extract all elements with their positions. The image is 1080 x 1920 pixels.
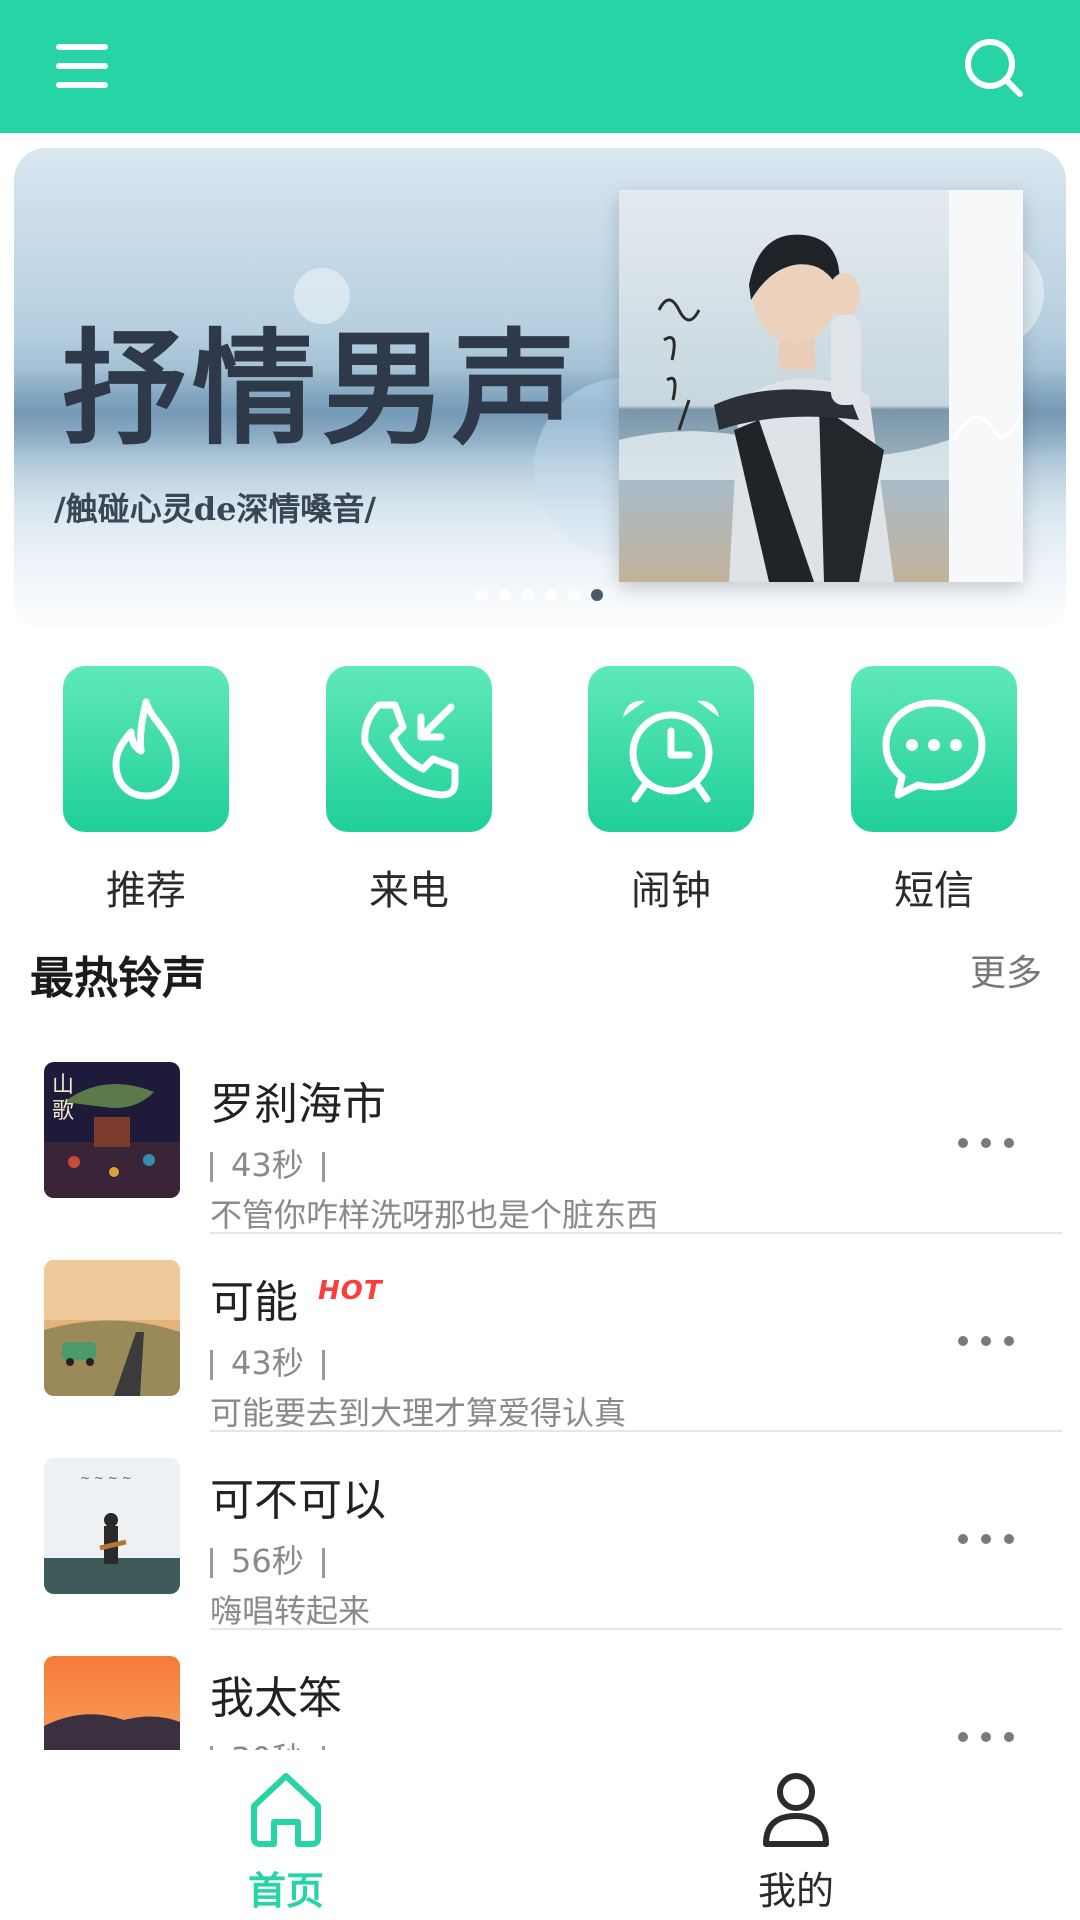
banner-subtitle: /触碰心灵de深情嗓音/ bbox=[54, 490, 377, 528]
more-options-icon[interactable] bbox=[958, 1136, 1014, 1150]
pager-dot[interactable] bbox=[568, 589, 580, 601]
category-sms[interactable]: 短信 bbox=[851, 666, 1017, 916]
message-bubble-icon bbox=[882, 699, 986, 799]
list-item[interactable]: 可能 HOT 43秒 可能要去到大理才算爱得认真 bbox=[0, 1248, 1080, 1446]
song-lyric: 可能要去到大理才算爱得认真 bbox=[210, 1394, 627, 1432]
divider bbox=[210, 1232, 1062, 1234]
song-cover: 山 歌 bbox=[44, 1062, 180, 1198]
list-item[interactable]: 我太笨 30秒 bbox=[0, 1644, 1080, 1750]
incoming-call-icon bbox=[361, 701, 459, 799]
banner-pager-dots[interactable] bbox=[476, 586, 614, 601]
category-recommend[interactable]: 推荐 bbox=[63, 666, 229, 916]
song-meta: 43秒 bbox=[210, 1338, 325, 1384]
song-title: 罗刹海市 bbox=[210, 1079, 386, 1130]
category-label: 闹钟 bbox=[631, 868, 711, 914]
song-meta: 30秒 bbox=[210, 1734, 325, 1750]
song-title: 可不可以 bbox=[210, 1475, 386, 1526]
song-title: 可能 bbox=[210, 1277, 298, 1328]
song-meta: 43秒 bbox=[210, 1140, 325, 1186]
pager-dot[interactable] bbox=[476, 589, 488, 601]
pager-dot[interactable] bbox=[522, 589, 534, 601]
nav-home[interactable]: 首页 bbox=[166, 1752, 406, 1915]
divider bbox=[210, 1430, 1062, 1432]
svg-text:~ ~ ~ ~: ~ ~ ~ ~ bbox=[80, 1471, 132, 1485]
category-incoming-call[interactable]: 来电 bbox=[326, 666, 492, 916]
category-label: 短信 bbox=[894, 868, 974, 914]
svg-text:山: 山 bbox=[52, 1073, 74, 1098]
promo-banner[interactable]: 抒情男声 /触碰心灵de深情嗓音/ bbox=[14, 148, 1066, 630]
pager-dot-active[interactable] bbox=[591, 589, 603, 601]
song-lyric: 嗨唱转起来 bbox=[210, 1592, 371, 1630]
more-options-icon[interactable] bbox=[958, 1334, 1014, 1348]
song-title: 我太笨 bbox=[210, 1673, 342, 1724]
list-item[interactable]: 山 歌 罗刹海市 43秒 不管你咋样洗呀那也是个脏东西 bbox=[0, 1050, 1080, 1248]
home-icon bbox=[251, 1773, 321, 1847]
song-duration: 56秒 bbox=[231, 1542, 304, 1580]
song-meta: 56秒 bbox=[210, 1536, 325, 1582]
divider bbox=[210, 1628, 1062, 1630]
hamburger-menu-icon[interactable] bbox=[56, 44, 108, 88]
more-link[interactable]: 更多 bbox=[970, 944, 1042, 996]
song-lyric: 不管你咋样洗呀那也是个脏东西 bbox=[210, 1196, 659, 1234]
alarm-clock-icon bbox=[623, 700, 719, 803]
nav-mine[interactable]: 我的 bbox=[676, 1752, 916, 1915]
top-app-bar bbox=[0, 0, 1080, 133]
category-label: 推荐 bbox=[106, 868, 186, 914]
user-icon bbox=[763, 1773, 829, 1847]
ringtone-list: 山 歌 罗刹海市 43秒 不管你咋样洗呀那也是个脏东西 可能 HOT 43秒 可… bbox=[0, 1050, 1080, 1750]
more-options-icon[interactable] bbox=[958, 1730, 1014, 1744]
bottom-navigation: 首页 我的 bbox=[0, 1752, 1080, 1920]
category-alarm[interactable]: 闹钟 bbox=[588, 666, 754, 916]
hot-ringtones-title: 最热铃声 bbox=[30, 953, 206, 1004]
hot-badge: HOT bbox=[318, 1276, 383, 1306]
song-duration: 43秒 bbox=[231, 1146, 304, 1184]
nav-label: 首页 bbox=[247, 1869, 324, 1913]
pager-dot[interactable] bbox=[545, 589, 557, 601]
banner-title: 抒情男声 bbox=[62, 317, 583, 462]
more-options-icon[interactable] bbox=[958, 1532, 1014, 1546]
song-duration: 43秒 bbox=[231, 1344, 304, 1382]
list-item[interactable]: ~ ~ ~ ~ 可不可以 56秒 嗨唱转起来 bbox=[0, 1446, 1080, 1644]
song-duration: 30秒 bbox=[231, 1740, 304, 1750]
search-icon[interactable] bbox=[962, 36, 1026, 100]
category-label: 来电 bbox=[369, 868, 449, 914]
svg-text:歌: 歌 bbox=[52, 1099, 74, 1124]
song-cover: ~ ~ ~ ~ bbox=[44, 1458, 180, 1594]
nav-label: 我的 bbox=[757, 1869, 834, 1913]
banner-album-art bbox=[619, 190, 1023, 582]
flame-icon bbox=[112, 698, 180, 800]
pager-dot[interactable] bbox=[499, 589, 511, 601]
song-cover bbox=[44, 1260, 180, 1396]
song-cover bbox=[44, 1656, 180, 1750]
